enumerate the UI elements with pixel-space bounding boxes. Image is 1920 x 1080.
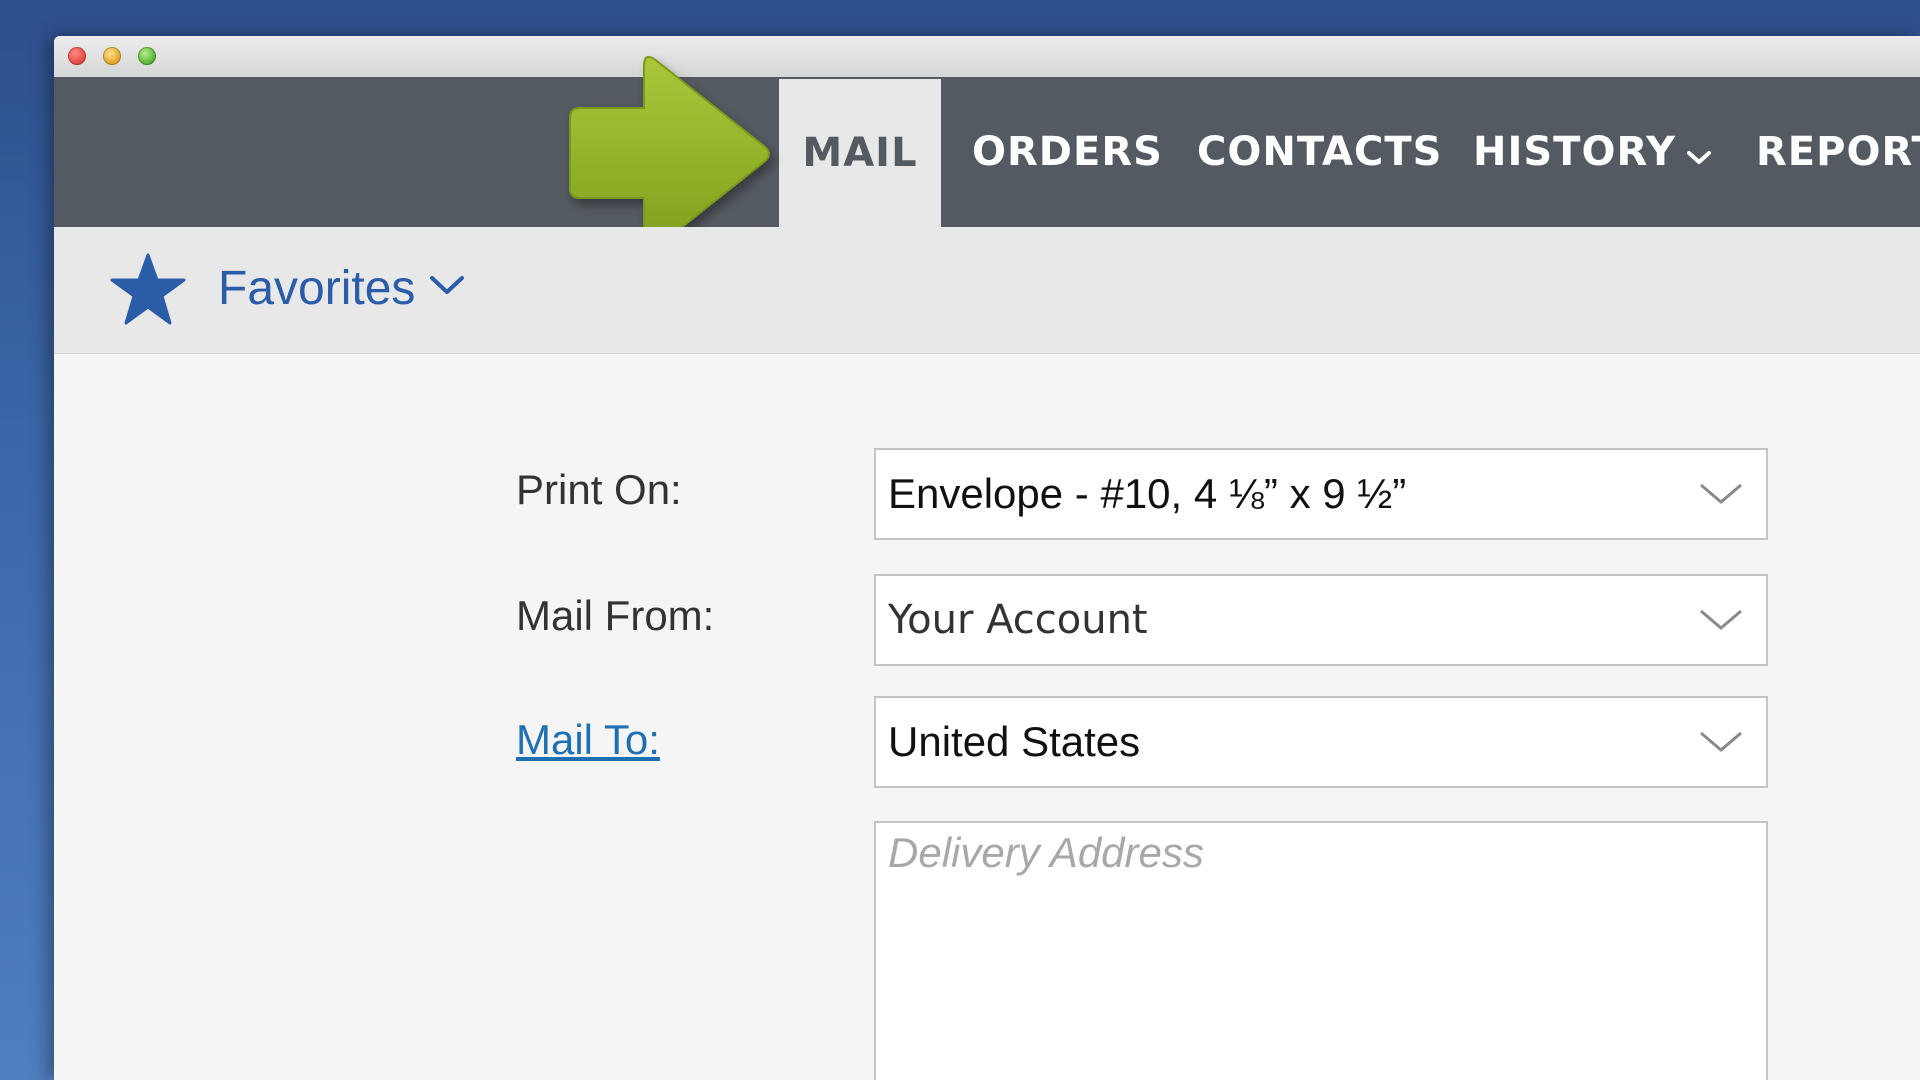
chevron-down-icon[interactable] [428, 273, 466, 299]
chevron-down-icon [1686, 79, 1712, 229]
chevron-down-icon [1700, 483, 1742, 504]
tab-contacts[interactable]: CONTACTS [1197, 77, 1442, 227]
tab-reports[interactable]: REPORT [1756, 77, 1920, 227]
tab-mail-label: MAIL [802, 130, 918, 176]
mail-to-value: United States [888, 718, 1141, 765]
minimize-window-button[interactable] [103, 47, 121, 65]
app-window: MAIL ORDERS CONTACTS HISTORY REPORT [54, 36, 1920, 1080]
favorites-bar: Favorites [54, 227, 1920, 354]
maximize-window-button[interactable] [138, 47, 156, 65]
top-navigation: MAIL ORDERS CONTACTS HISTORY REPORT [54, 77, 1920, 227]
delivery-address-placeholder: Delivery Address [888, 829, 1204, 876]
mail-from-value: Your Account [888, 597, 1148, 643]
window-titlebar [54, 36, 1920, 78]
tab-mail[interactable]: MAIL [779, 79, 941, 227]
tab-reports-label: REPORT [1756, 129, 1920, 175]
print-on-label: Print On: [516, 466, 682, 513]
print-on-value: Envelope - #10, 4 ⅛” x 9 ½” [888, 470, 1407, 517]
mail-to-link[interactable]: Mail To: [516, 716, 660, 764]
delivery-address-textarea[interactable]: Delivery Address [874, 821, 1768, 1080]
chevron-down-icon [1700, 609, 1742, 630]
favorites-dropdown[interactable]: Favorites [218, 261, 415, 316]
tab-orders-label: ORDERS [972, 129, 1163, 175]
mail-from-select[interactable]: Your Account [874, 574, 1768, 666]
tab-contacts-label: CONTACTS [1197, 129, 1443, 175]
tab-history[interactable]: HISTORY [1473, 77, 1712, 227]
star-icon [110, 253, 186, 325]
tab-history-label: HISTORY [1473, 129, 1677, 175]
close-window-button[interactable] [68, 47, 86, 65]
chevron-down-icon [1700, 731, 1742, 752]
print-on-select[interactable]: Envelope - #10, 4 ⅛” x 9 ½” [874, 448, 1768, 540]
mail-from-label: Mail From: [516, 592, 715, 639]
mail-to-select[interactable]: United States [874, 696, 1768, 788]
tab-orders[interactable]: ORDERS [972, 77, 1163, 227]
